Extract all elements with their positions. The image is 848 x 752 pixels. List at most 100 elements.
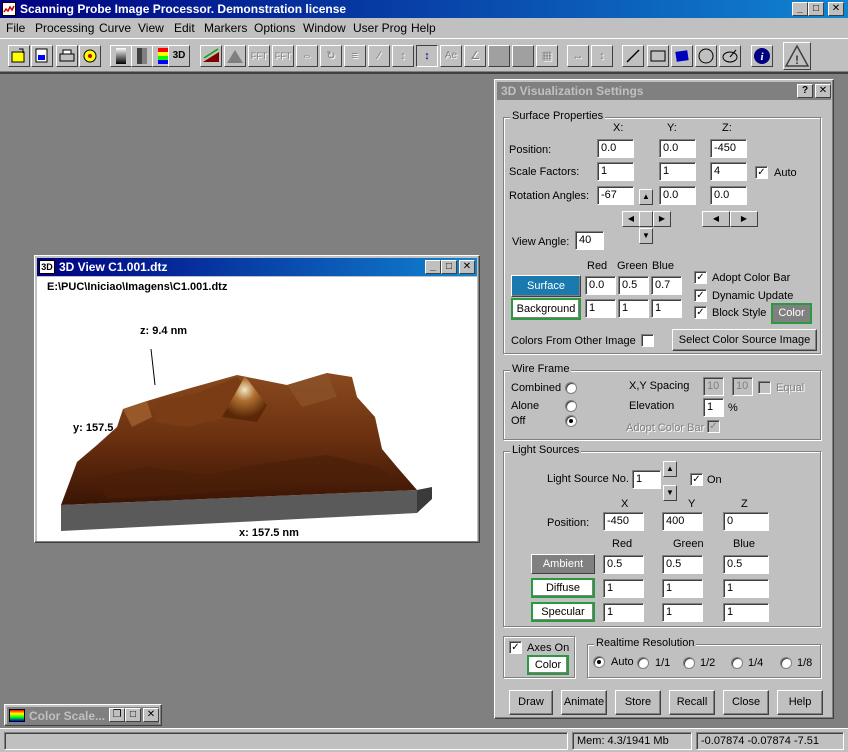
3d-close-button[interactable]: ✕ bbox=[459, 260, 475, 274]
ambient-blue-field[interactable]: 0.5 bbox=[723, 555, 769, 574]
line-icon[interactable]: ≡ bbox=[344, 45, 366, 67]
spacing-y-field[interactable]: 10 bbox=[732, 377, 753, 396]
diffuse-blue-field[interactable]: 1 bbox=[723, 579, 769, 598]
rectangle-icon[interactable] bbox=[647, 45, 669, 67]
colors-other-image-checkbox[interactable] bbox=[641, 334, 654, 347]
axes-color-button[interactable]: Color bbox=[527, 655, 569, 675]
block-style-checkbox[interactable]: ✓ bbox=[694, 306, 707, 319]
settings-close-button[interactable]: ✕ bbox=[815, 84, 831, 98]
menu-processing[interactable]: Processing bbox=[35, 21, 94, 35]
background-red-field[interactable]: 1 bbox=[585, 299, 616, 318]
wire-adopt-color-bar-checkbox[interactable]: ✓ bbox=[707, 420, 720, 433]
animate-button[interactable]: Animate bbox=[561, 690, 607, 715]
info-icon[interactable]: i bbox=[751, 45, 773, 67]
menu-user-prog[interactable]: User Prog bbox=[353, 21, 407, 35]
resolution-1-2-radio[interactable] bbox=[683, 657, 695, 669]
menu-edit[interactable]: Edit bbox=[174, 21, 195, 35]
fft-icon[interactable]: FFT bbox=[248, 45, 270, 67]
rotate-right-button[interactable]: ▶ bbox=[653, 211, 671, 227]
block-color-button[interactable]: Color bbox=[771, 303, 812, 324]
background-blue-field[interactable]: 1 bbox=[651, 299, 682, 318]
save-icon[interactable] bbox=[31, 45, 53, 67]
dynamic-update-checkbox[interactable]: ✓ bbox=[694, 289, 707, 302]
axes-on-checkbox[interactable]: ✓ bbox=[509, 641, 522, 654]
diffuse-red-field[interactable]: 1 bbox=[603, 579, 644, 598]
specular-blue-field[interactable]: 1 bbox=[723, 603, 769, 622]
fill-rect-icon[interactable] bbox=[671, 45, 693, 67]
menu-window[interactable]: Window bbox=[303, 21, 346, 35]
resolution-1-4-radio[interactable] bbox=[731, 657, 743, 669]
ifft-icon[interactable]: FFT bbox=[272, 45, 294, 67]
3d-view-title-bar[interactable]: 3D 3D View C1.001.dtz _ □ ✕ bbox=[37, 258, 477, 276]
scale-x-field[interactable]: 1 bbox=[597, 162, 634, 181]
resolution-auto-radio[interactable] bbox=[593, 656, 605, 668]
angle-icon[interactable]: ∠ bbox=[464, 45, 486, 67]
plane-fit-icon[interactable] bbox=[200, 45, 222, 67]
wire-combined-radio[interactable] bbox=[565, 382, 577, 394]
rotate-up-button[interactable]: ▲ bbox=[639, 189, 653, 205]
text-icon[interactable]: Ae bbox=[440, 45, 462, 67]
settings-help-button[interactable]: ? bbox=[797, 84, 813, 98]
menu-options[interactable]: Options bbox=[254, 21, 295, 35]
store-button[interactable]: Store bbox=[615, 690, 661, 715]
print-icon[interactable] bbox=[56, 45, 78, 67]
v-arrow-icon[interactable]: ↕ bbox=[591, 45, 613, 67]
menu-markers[interactable]: Markers bbox=[204, 21, 247, 35]
circle-icon[interactable] bbox=[695, 45, 717, 67]
color-scale-maximize-button[interactable]: □ bbox=[125, 708, 141, 722]
menu-curve[interactable]: Curve bbox=[99, 21, 131, 35]
scale-z-field[interactable]: 4 bbox=[710, 162, 747, 181]
surface-blue-field[interactable]: 0.7 bbox=[651, 276, 682, 295]
gray-palette-icon[interactable] bbox=[110, 45, 132, 67]
ambient-green-field[interactable]: 0.5 bbox=[662, 555, 703, 574]
h-arrow-icon[interactable]: ↔ bbox=[567, 45, 589, 67]
help-button[interactable]: Help bbox=[777, 690, 823, 715]
scale-y-field[interactable]: 1 bbox=[659, 162, 696, 181]
ambient-button[interactable]: Ambient bbox=[531, 554, 595, 574]
rotate-center-button[interactable] bbox=[639, 211, 653, 227]
menu-help[interactable]: Help bbox=[411, 21, 436, 35]
specular-button[interactable]: Specular bbox=[531, 602, 595, 622]
elevation-field[interactable]: 1 bbox=[703, 398, 724, 417]
close-button[interactable]: ✕ bbox=[828, 2, 844, 16]
settings-title-bar[interactable]: 3D Visualization Settings ? ✕ bbox=[497, 82, 831, 100]
light-position-x-field[interactable]: -450 bbox=[603, 512, 644, 531]
rotation-z-field[interactable]: 0.0 bbox=[710, 186, 747, 205]
view-angle-field[interactable]: 40 bbox=[575, 231, 604, 250]
v-measure-icon[interactable]: ↕ bbox=[416, 45, 438, 67]
light-source-no-field[interactable]: 1 bbox=[632, 470, 661, 489]
z-rotate-right-button[interactable]: ▶ bbox=[730, 211, 758, 227]
select-color-source-button[interactable]: Select Color Source Image bbox=[672, 329, 817, 351]
rotate-left-button[interactable]: ◀ bbox=[622, 211, 640, 227]
shade2-icon[interactable] bbox=[512, 45, 534, 67]
open-icon[interactable] bbox=[8, 45, 30, 67]
light-source-up-button[interactable]: ▲ bbox=[663, 461, 677, 477]
grid-icon[interactable]: ▦ bbox=[536, 45, 558, 67]
diffuse-button[interactable]: Diffuse bbox=[531, 578, 595, 598]
spacing-x-field[interactable]: 10 bbox=[703, 377, 724, 396]
equal-spacing-checkbox[interactable] bbox=[758, 381, 771, 394]
3d-icon[interactable]: 3D bbox=[168, 45, 190, 67]
warning-icon[interactable]: ! bbox=[783, 42, 811, 70]
profile-icon[interactable]: ↻ bbox=[320, 45, 342, 67]
background-color-button[interactable]: Background bbox=[511, 298, 581, 320]
light-on-checkbox[interactable]: ✓ bbox=[690, 473, 703, 486]
shade-icon[interactable] bbox=[488, 45, 510, 67]
light-position-y-field[interactable]: 400 bbox=[662, 512, 703, 531]
color-scale-window[interactable]: Color Scale... ❐ □ ✕ bbox=[4, 704, 162, 726]
color-scale-close-button[interactable]: ✕ bbox=[143, 708, 159, 722]
background-green-field[interactable]: 1 bbox=[618, 299, 649, 318]
rotation-x-field[interactable]: -67 bbox=[597, 186, 634, 205]
gray-palette2-icon[interactable] bbox=[131, 45, 153, 67]
auto-scale-checkbox[interactable]: ✓ bbox=[755, 166, 768, 179]
position-x-field[interactable]: 0.0 bbox=[597, 139, 634, 158]
maximize-button[interactable]: □ bbox=[808, 2, 824, 16]
3d-minimize-button[interactable]: _ bbox=[425, 260, 441, 274]
3d-canvas[interactable]: E:\PUC\Iniciao\Imagens\C1.001.dtz z: 9.4… bbox=[37, 277, 477, 541]
z-rotate-left-button[interactable]: ◀ bbox=[702, 211, 730, 227]
3d-maximize-button[interactable]: □ bbox=[441, 260, 457, 274]
wire-off-radio[interactable] bbox=[565, 415, 577, 427]
surface-red-field[interactable]: 0.0 bbox=[585, 276, 616, 295]
close-dialog-button[interactable]: Close bbox=[723, 690, 769, 715]
diffuse-green-field[interactable]: 1 bbox=[662, 579, 703, 598]
